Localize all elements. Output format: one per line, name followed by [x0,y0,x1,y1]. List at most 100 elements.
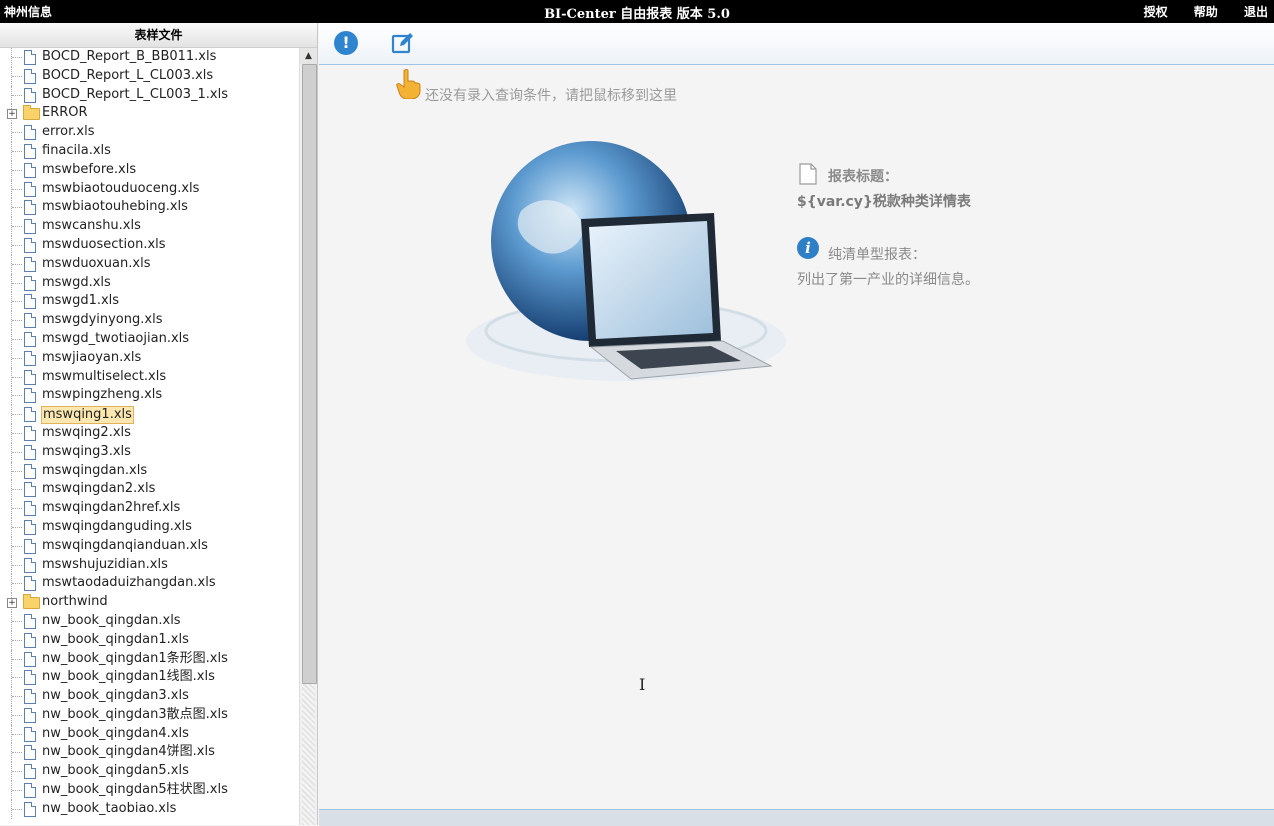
top-links: 授权 帮助 退出 [1122,3,1268,20]
scroll-track[interactable] [302,684,315,825]
expand-icon[interactable]: + [7,109,17,120]
tree-item-label: mswqing1.xls [41,406,134,425]
tree-file[interactable]: mswbefore.xls [0,160,298,180]
tree-file[interactable]: mswbiaotouhebing.xls [0,198,298,218]
tree-branch [12,696,22,698]
tree-branch [12,376,22,378]
tree-branch [12,263,22,265]
tree-file[interactable]: mswgd1.xls [0,292,298,312]
file-icon [24,576,36,592]
tree-file[interactable]: mswqingdan.xls [0,461,298,481]
file-icon [24,726,36,742]
tree-file[interactable]: mswtaodaduizhangdan.xls [0,574,298,594]
tree-scrollbar[interactable]: ▲ [299,48,317,825]
tree-file[interactable]: mswqingdan2.xls [0,480,298,500]
help-link[interactable]: 帮助 [1194,5,1218,19]
tree-item-label: mswbiaotouduoceng.xls [42,180,200,196]
file-icon [24,783,36,799]
file-icon [24,369,36,385]
tree-file[interactable]: nw_book_qingdan3.xls [0,687,298,706]
tree-file[interactable]: mswqingdanguding.xls [0,517,298,537]
file-icon [24,707,36,723]
tree-file[interactable]: nw_book_qingdan1线图.xls [0,668,298,688]
tree-file[interactable]: mswduosection.xls [0,235,298,255]
tree-file[interactable]: nw_book_taobiao.xls [0,799,298,819]
tree-file[interactable]: error.xls [0,123,298,142]
expand-icon[interactable]: + [7,598,17,609]
file-tree: BOCD_Report_B_BB011.xls BOCD_Report_L_CL0… [0,48,298,825]
tree-item-label: mswqing2.xls [42,424,131,440]
alert-icon[interactable]: ! [334,31,358,55]
tree-file[interactable]: mswqingdanqianduan.xls [0,536,298,556]
tree-file[interactable]: mswjiaoyan.xls [0,348,298,368]
sidebar: 表样文件 BOCD_Report_B_BB011.xls BOCD_Report_… [0,23,318,825]
pointing-hand-icon [396,69,421,99]
tree-folder[interactable]: + ERROR [0,104,298,124]
tree-branch [12,545,22,547]
tree-file[interactable]: BOCD_Report_B_BB011.xls [0,48,298,67]
file-icon [24,50,36,65]
tree-file[interactable]: nw_book_qingdan.xls [0,611,298,631]
tree-item-label: nw_book_qingdan.xls [42,612,181,628]
tree-item-label: mswmultiselect.xls [42,368,167,384]
tree-file[interactable]: mswduoxuan.xls [0,254,298,274]
tree-file[interactable]: mswgd_twotiaojian.xls [0,329,298,349]
tree-file[interactable]: nw_book_qingdan5柱状图.xls [0,781,298,800]
tree-file[interactable]: mswqing2.xls [0,423,298,443]
tree-file[interactable]: BOCD_Report_L_CL003.xls [0,66,298,86]
license-link[interactable]: 授权 [1144,5,1168,19]
file-icon [24,444,36,460]
tree-file[interactable]: nw_book_qingdan3散点图.xls [0,705,298,725]
tree-branch [12,320,22,322]
tree-branch [12,395,22,397]
tree-file[interactable]: mswbiaotouduoceng.xls [0,179,298,199]
tree-branch [12,583,22,585]
tree-file[interactable]: nw_book_qingdan1.xls [0,630,298,650]
scroll-thumb[interactable] [302,64,317,684]
tree-item-label: BOCD_Report_L_CL003.xls [42,67,214,83]
file-icon [24,538,36,554]
scroll-up-arrow-icon[interactable]: ▲ [300,48,317,64]
tree-branch [12,357,22,359]
tree-item-label: mswbefore.xls [42,161,137,177]
tree-folder[interactable]: + northwind [0,593,298,612]
tree-file[interactable]: mswshujuzidian.xls [0,555,298,575]
tree-item-label: mswgd_twotiaojian.xls [42,330,190,346]
tree-item-label: finacila.xls [42,142,111,158]
file-icon [24,237,36,253]
tree-file[interactable]: mswqing1.xls [0,405,298,425]
tree-file[interactable]: BOCD_Report_L_CL003_1.xls [0,85,298,105]
tree-item-label: nw_book_qingdan5.xls [42,763,189,779]
file-icon [24,764,36,780]
tree-file[interactable]: mswmultiselect.xls [0,367,298,387]
tree-file[interactable]: mswpingzheng.xls [0,386,298,406]
tree-item-label: mswcanshu.xls [42,218,141,234]
logout-link[interactable]: 退出 [1244,5,1268,19]
tree-item-label: error.xls [42,124,95,140]
tree-file[interactable]: nw_book_qingdan5.xls [0,762,298,782]
tree-item-label: nw_book_qingdan4饼图.xls [42,744,215,760]
tree-file[interactable]: nw_book_qingdan1条形图.xls [0,649,298,669]
tree-file[interactable]: mswgdyinyong.xls [0,311,298,330]
tree-branch [12,790,22,792]
file-icon [24,557,36,573]
tree-item-label: nw_book_qingdan3散点图.xls [42,706,228,722]
tree-branch [12,451,22,453]
file-icon [24,256,36,272]
tree-item-label: mswgd.xls [42,274,111,290]
tree-file[interactable]: mswqingdan2href.xls [0,499,298,518]
tree-item-label: mswqingdan2href.xls [42,500,181,516]
tree-file[interactable]: nw_book_qingdan4饼图.xls [0,743,298,763]
tree-file[interactable]: finacila.xls [0,141,298,161]
tree-item-label: nw_book_taobiao.xls [42,800,177,816]
tree-branch [12,526,22,528]
tree-file[interactable]: nw_book_qingdan4.xls [0,724,298,744]
tree-item-label: mswbiaotouhebing.xls [42,199,188,215]
file-icon [24,670,36,686]
tree-branch [12,226,22,228]
tree-file[interactable]: mswcanshu.xls [0,217,298,236]
tree-file[interactable]: mswgd.xls [0,273,298,293]
tree-file[interactable]: mswqing3.xls [0,442,298,462]
edit-icon[interactable] [391,31,415,55]
tree-branch [12,57,22,58]
